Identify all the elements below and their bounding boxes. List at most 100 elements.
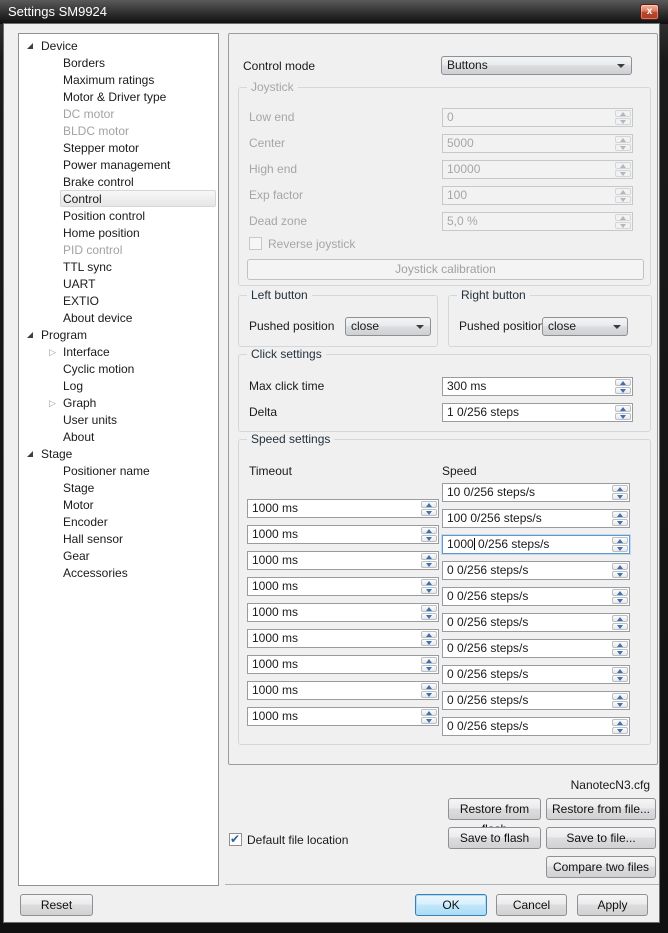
restore-from-flash-button[interactable]: Restore from flash [448,798,541,820]
tree-item[interactable]: Brake control [19,173,218,190]
reverse-joystick-checkbox[interactable] [249,237,262,250]
spin-up-button[interactable] [421,683,437,690]
tree-item[interactable]: Encoder [19,513,218,530]
tree-expand-icon[interactable] [49,294,63,308]
tree-item[interactable]: Gear [19,547,218,564]
tree-item[interactable]: UART [19,275,218,292]
tree-item[interactable]: Motor [19,496,218,513]
spin-down-button[interactable] [615,196,631,203]
tree-item[interactable]: Graph [19,394,218,411]
speed-spinbox[interactable]: 0 0/256 steps/s [442,691,630,710]
speed-spinbox[interactable]: 0 0/256 steps/s [442,587,630,606]
spin-up-button[interactable] [615,214,631,221]
spin-down-button[interactable] [612,571,628,578]
timeout-spinbox[interactable]: 1000 ms [247,499,439,518]
close-button[interactable]: x [640,4,659,20]
tree-expand-icon[interactable] [49,498,63,512]
spin-up-button[interactable] [615,110,631,117]
tree-item[interactable]: Control [19,190,218,207]
spin-up-button[interactable] [421,579,437,586]
value-spinbox[interactable]: 300 ms [442,377,633,396]
tree-item[interactable]: About device [19,309,218,326]
control-mode-select[interactable]: Buttons [441,56,632,75]
tree-item[interactable]: DC motor [19,105,218,122]
spin-up-button[interactable] [612,485,628,492]
spin-down-button[interactable] [421,691,437,698]
tree-item[interactable]: TTL sync [19,258,218,275]
spin-down-button[interactable] [421,509,437,516]
spin-up-button[interactable] [615,405,631,412]
tree-expand-icon[interactable] [49,549,63,563]
tree-item[interactable]: Hall sensor [19,530,218,547]
timeout-spinbox[interactable]: 1000 ms [247,707,439,726]
tree-expand-icon[interactable] [49,481,63,495]
tree-item[interactable]: Position control [19,207,218,224]
speed-spinbox[interactable]: 0 0/256 steps/s [442,665,630,684]
speed-spinbox[interactable]: 0 0/256 steps/s [442,639,630,658]
spin-down-button[interactable] [612,545,628,552]
spin-up-button[interactable] [615,136,631,143]
spin-up-button[interactable] [612,511,628,518]
right-pushed-position-select[interactable]: close [542,317,628,336]
spin-up-button[interactable] [612,563,628,570]
spin-down-button[interactable] [612,519,628,526]
spin-down-button[interactable] [612,727,628,734]
spin-down-button[interactable] [615,222,631,229]
tree-item[interactable]: Stepper motor [19,139,218,156]
tree-item[interactable]: Accessories [19,564,218,581]
tree-expand-icon[interactable] [49,73,63,87]
tree-item[interactable]: BLDC motor [19,122,218,139]
tree-expand-icon[interactable] [49,532,63,546]
spin-down-button[interactable] [615,413,631,420]
tree-item[interactable]: Cyclic motion [19,360,218,377]
speed-spinbox[interactable]: 1000 0/256 steps/s [442,535,630,554]
tree-expand-icon[interactable] [49,566,63,580]
timeout-spinbox[interactable]: 1000 ms [247,551,439,570]
spin-down-button[interactable] [612,597,628,604]
speed-spinbox[interactable]: 0 0/256 steps/s [442,717,630,736]
spin-down-button[interactable] [421,639,437,646]
tree-item[interactable]: Log [19,377,218,394]
save-to-flash-button[interactable]: Save to flash [448,827,541,849]
tree-expand-icon[interactable] [49,124,63,138]
tree-expand-icon[interactable] [49,56,63,70]
speed-spinbox[interactable]: 100 0/256 steps/s [442,509,630,528]
spin-up-button[interactable] [421,709,437,716]
tree-expand-icon[interactable] [49,141,63,155]
spin-down-button[interactable] [615,144,631,151]
tree-expand-icon[interactable] [27,447,41,461]
tree-expand-icon[interactable] [49,379,63,393]
timeout-spinbox[interactable]: 1000 ms [247,577,439,596]
save-to-file-button[interactable]: Save to file... [546,827,656,849]
spin-up-button[interactable] [612,667,628,674]
spin-down-button[interactable] [421,613,437,620]
tree-expand-icon[interactable] [49,430,63,444]
spin-up-button[interactable] [421,553,437,560]
tree-expand-icon[interactable] [49,311,63,325]
timeout-spinbox[interactable]: 1000 ms [247,525,439,544]
tree-item[interactable]: Borders [19,54,218,71]
value-spinbox[interactable]: 5,0 % [442,212,633,231]
tree-item[interactable]: User units [19,411,218,428]
spin-down-button[interactable] [615,118,631,125]
tree-expand-icon[interactable] [49,345,63,359]
tree-item[interactable]: Maximum ratings [19,71,218,88]
timeout-spinbox[interactable]: 1000 ms [247,603,439,622]
tree-expand-icon[interactable] [49,90,63,104]
joystick-calibration-button[interactable]: Joystick calibration [247,259,644,280]
value-spinbox[interactable]: 10000 [442,160,633,179]
default-file-location-checkbox[interactable] [229,833,242,846]
restore-from-file-button[interactable]: Restore from file... [546,798,656,820]
spin-up-button[interactable] [421,527,437,534]
tree-expand-icon[interactable] [49,515,63,529]
tree-item[interactable]: Stage [19,479,218,496]
value-spinbox[interactable]: 1 0/256 steps [442,403,633,422]
tree-expand-icon[interactable] [49,396,63,410]
tree-expand-icon[interactable] [49,209,63,223]
tree-expand-icon[interactable] [49,413,63,427]
timeout-spinbox[interactable]: 1000 ms [247,655,439,674]
tree-item[interactable]: Motor & Driver type [19,88,218,105]
tree-expand-icon[interactable] [49,464,63,478]
tree-item[interactable]: Stage [19,445,218,462]
value-spinbox[interactable]: 0 [442,108,633,127]
